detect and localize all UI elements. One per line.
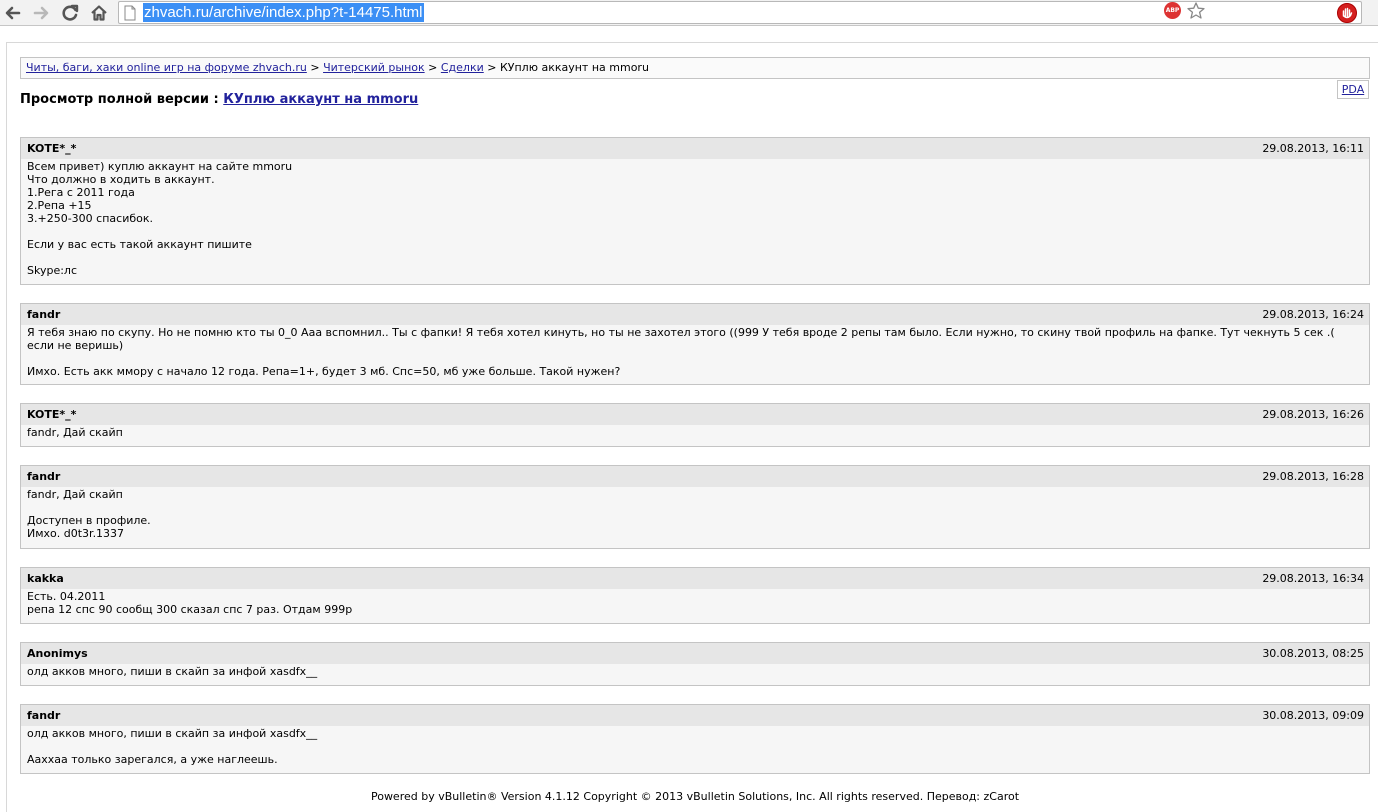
- back-arrow-icon[interactable]: [2, 2, 24, 24]
- page-icon: [123, 5, 137, 21]
- post-date: 29.08.2013, 16:24: [1262, 308, 1364, 321]
- breadcrumb-separator: >: [428, 61, 438, 74]
- post: kakka 29.08.2013, 16:34 Есть. 04.2011 ре…: [20, 567, 1370, 624]
- post-header: KOTE*_* 29.08.2013, 16:26: [21, 404, 1369, 425]
- post-date: 29.08.2013, 16:34: [1262, 572, 1364, 585]
- post-body: Всем привет) куплю аккаунт на сайте mmor…: [27, 160, 293, 277]
- post-header: fandr 30.08.2013, 09:09: [21, 705, 1369, 726]
- post-header: KOTE*_* 29.08.2013, 16:11: [21, 138, 1369, 159]
- breadcrumb-separator: >: [487, 61, 497, 74]
- breadcrumb-separator: >: [310, 61, 320, 74]
- post-header: fandr 29.08.2013, 16:28: [21, 466, 1369, 487]
- breadcrumb-current: КУплю аккаунт на mmoru: [499, 61, 649, 74]
- url-text[interactable]: zhvach.ru/archive/index.php?t-14475.html: [143, 3, 424, 22]
- post-body: Я тебя знаю по скупу. Но не помню кто ты…: [27, 326, 1335, 378]
- post-header: kakka 29.08.2013, 16:34: [21, 568, 1369, 589]
- post-body: fandr, Дай скайп Доступен в профиле. Имх…: [27, 488, 151, 540]
- post-header: fandr 29.08.2013, 16:24: [21, 304, 1369, 325]
- breadcrumb-link-deals[interactable]: Сделки: [441, 61, 484, 74]
- post-date: 29.08.2013, 16:11: [1262, 142, 1364, 155]
- stop-hand-extension-icon[interactable]: [1336, 2, 1358, 24]
- browser-toolbar: zhvach.ru/archive/index.php?t-14475.html…: [0, 0, 1378, 26]
- post: KOTE*_* 29.08.2013, 16:11 Всем привет) к…: [20, 137, 1370, 285]
- post-username: fandr: [27, 709, 61, 722]
- pda-box: PDA: [1337, 80, 1369, 99]
- post-date: 30.08.2013, 08:25: [1262, 647, 1364, 660]
- breadcrumb-link-forum[interactable]: Читы, баги, хаки online игр на форуме zh…: [26, 61, 307, 74]
- reload-icon[interactable]: [59, 2, 81, 24]
- bookmark-star-icon[interactable]: [1186, 1, 1206, 21]
- post-body: олд акков много, пиши в скайп за инфой x…: [27, 727, 318, 766]
- post-body: олд акков много, пиши в скайп за инфой x…: [27, 665, 318, 678]
- home-icon[interactable]: [88, 2, 110, 24]
- footer-copyright: Powered by vBulletin® Version 4.1.12 Cop…: [370, 790, 1020, 803]
- post-username: KOTE*_*: [27, 142, 77, 155]
- pda-link[interactable]: PDA: [1342, 83, 1364, 96]
- page-title-prefix: Просмотр полной версии :: [20, 92, 224, 107]
- post: fandr 30.08.2013, 09:09 олд акков много,…: [20, 704, 1370, 774]
- post-date: 29.08.2013, 16:28: [1262, 470, 1364, 483]
- post: Anonimys 30.08.2013, 08:25 олд акков мно…: [20, 642, 1370, 686]
- post-username: Anonimys: [27, 647, 88, 660]
- post: fandr 29.08.2013, 16:24 Я тебя знаю по с…: [20, 303, 1370, 385]
- post: KOTE*_* 29.08.2013, 16:26 fandr, Дай ска…: [20, 403, 1370, 447]
- adblock-icon[interactable]: ABP: [1164, 2, 1181, 19]
- page-title: Просмотр полной версии : КУплю аккаунт н…: [20, 92, 418, 107]
- post-header: Anonimys 30.08.2013, 08:25: [21, 643, 1369, 664]
- post-username: fandr: [27, 470, 61, 483]
- breadcrumb: Читы, баги, хаки online игр на форуме zh…: [20, 57, 1370, 79]
- forward-arrow-icon[interactable]: [30, 2, 52, 24]
- post: fandr 29.08.2013, 16:28 fandr, Дай скайп…: [20, 465, 1370, 549]
- post-date: 29.08.2013, 16:26: [1262, 408, 1364, 421]
- breadcrumb-link-market[interactable]: Читерский рынок: [323, 61, 425, 74]
- post-date: 30.08.2013, 09:09: [1262, 709, 1364, 722]
- thread-title-link[interactable]: КУплю аккаунт на mmoru: [223, 92, 418, 107]
- post-username: kakka: [27, 572, 64, 585]
- post-username: KOTE*_*: [27, 408, 77, 421]
- post-body: Есть. 04.2011 репа 12 спс 90 сообщ 300 с…: [27, 590, 353, 616]
- post-username: fandr: [27, 308, 61, 321]
- post-body: fandr, Дай скайп: [27, 426, 123, 439]
